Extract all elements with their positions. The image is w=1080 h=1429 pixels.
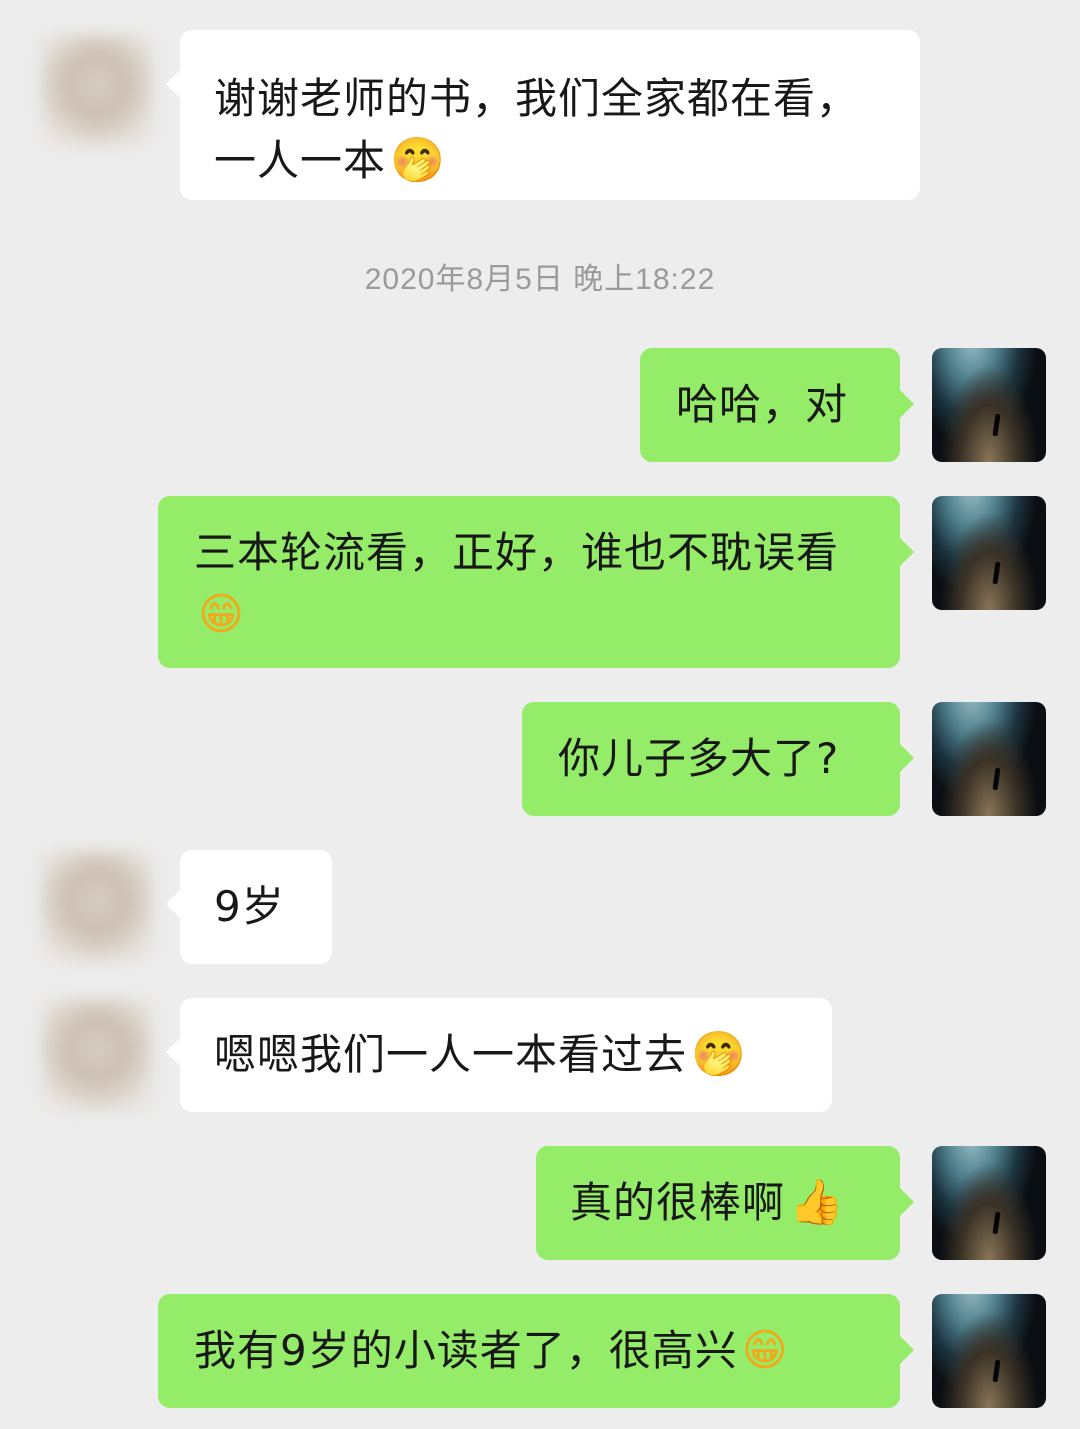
message-text: 9岁 bbox=[214, 882, 285, 931]
received-message-bubble[interactable]: 谢谢老师的书，我们全家都在看，一人一本🤭 bbox=[166, 30, 920, 200]
grin-emoji-icon: 😁 bbox=[741, 1325, 789, 1376]
sent-message-bubble[interactable]: 真的很棒啊👍 bbox=[536, 1146, 914, 1260]
my-avatar[interactable] bbox=[932, 1294, 1046, 1408]
my-avatar[interactable] bbox=[932, 496, 1046, 610]
message-text: 嗯嗯我们一人一本看过去 bbox=[214, 1030, 688, 1079]
message-text: 真的很棒啊 bbox=[570, 1178, 786, 1227]
sent-message-bubble[interactable]: 我有9岁的小读者了，很高兴😁 bbox=[158, 1294, 914, 1408]
my-avatar[interactable] bbox=[932, 1146, 1046, 1260]
hand-over-mouth-emoji-icon: 🤭 bbox=[691, 1029, 747, 1080]
message-text: 谢谢老师的书，我们全家都在看，一人一本 bbox=[214, 74, 860, 185]
received-message-bubble[interactable]: 嗯嗯我们一人一本看过去🤭 bbox=[166, 998, 832, 1112]
my-avatar[interactable] bbox=[932, 702, 1046, 816]
thumbs-up-emoji-icon: 👍 bbox=[789, 1177, 845, 1228]
my-avatar[interactable] bbox=[932, 348, 1046, 462]
message-text: 三本轮流看，正好，谁也不耽误看 bbox=[194, 528, 840, 577]
received-message-bubble[interactable]: 9岁 bbox=[166, 850, 332, 964]
message-text: 我有9岁的小读者了，很高兴 bbox=[194, 1326, 738, 1375]
sent-message-bubble[interactable]: 你儿子多大了? bbox=[522, 702, 914, 816]
contact-avatar[interactable] bbox=[40, 34, 154, 148]
sent-message-bubble[interactable]: 哈哈，对 bbox=[640, 348, 914, 462]
contact-avatar[interactable] bbox=[40, 850, 154, 964]
message-text: 你儿子多大了? bbox=[558, 734, 840, 783]
hand-over-mouth-emoji-icon: 🤭 bbox=[390, 135, 446, 186]
grin-emoji-icon: 😁 bbox=[198, 589, 245, 640]
message-text: 哈哈，对 bbox=[676, 380, 849, 429]
message-timestamp: 2020年8月5日 晚上18:22 bbox=[364, 263, 716, 296]
contact-avatar[interactable] bbox=[40, 998, 154, 1112]
sent-message-bubble[interactable]: 三本轮流看，正好，谁也不耽误看 😁 bbox=[158, 496, 914, 668]
